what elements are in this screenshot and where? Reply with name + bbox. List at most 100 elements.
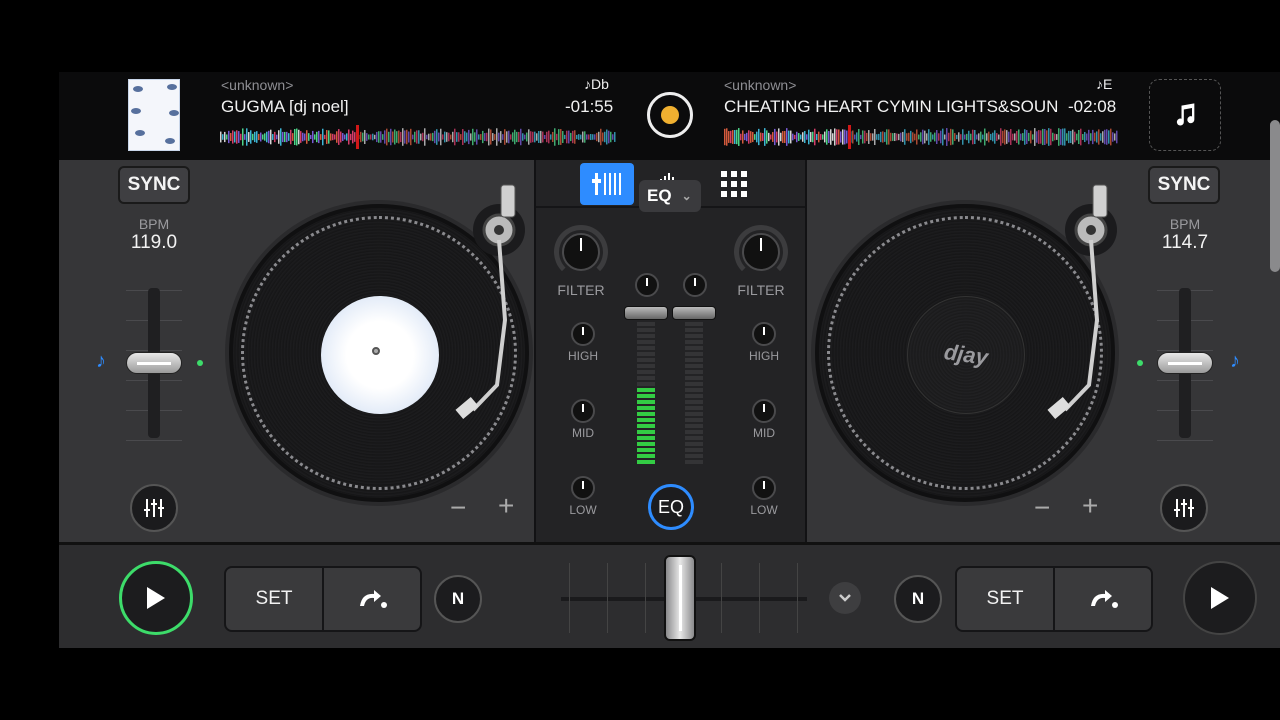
chevron-down-icon: ⌄ bbox=[681, 189, 692, 203]
meter-segment bbox=[637, 346, 655, 350]
right-filter-knob[interactable] bbox=[742, 233, 780, 271]
right-mid-knob[interactable] bbox=[752, 399, 776, 423]
right-bpm-label: BPM bbox=[1169, 216, 1201, 232]
left-key-lock-icon[interactable]: ♪ bbox=[96, 350, 106, 373]
right-plus-button[interactable]: + bbox=[1082, 490, 1098, 522]
meter-segment bbox=[637, 454, 655, 458]
right-waveform[interactable] bbox=[724, 125, 1118, 149]
left-low-knob[interactable] bbox=[571, 476, 595, 500]
album-art-left[interactable] bbox=[128, 79, 180, 151]
left-plus-button[interactable]: + bbox=[498, 490, 514, 522]
meter-segment bbox=[685, 436, 703, 440]
right-track-time: -02:08 bbox=[1068, 97, 1117, 116]
eq-button[interactable]: EQ bbox=[648, 484, 694, 530]
left-level-meter bbox=[637, 322, 655, 466]
right-minus-button[interactable]: − bbox=[1034, 492, 1050, 524]
left-pitch-thumb[interactable] bbox=[126, 352, 182, 374]
meter-segment bbox=[637, 400, 655, 404]
center-record-button[interactable] bbox=[647, 92, 693, 138]
left-low-label: LOW bbox=[569, 503, 597, 517]
left-deck-settings-button[interactable] bbox=[130, 484, 178, 532]
meter-segment bbox=[685, 424, 703, 428]
meter-segment bbox=[637, 406, 655, 410]
right-deck-settings-button[interactable] bbox=[1160, 484, 1208, 532]
meter-segment bbox=[637, 418, 655, 422]
left-record-label bbox=[321, 296, 439, 414]
meter-segment bbox=[685, 448, 703, 452]
right-bpm-value: 114.7 bbox=[1161, 232, 1209, 253]
right-high-label: HIGH bbox=[749, 349, 779, 363]
right-mid-label: MID bbox=[753, 426, 775, 440]
meter-segment bbox=[637, 442, 655, 446]
scrollbar[interactable] bbox=[1270, 120, 1280, 272]
meter-segment bbox=[637, 334, 655, 338]
left-gain-knob[interactable] bbox=[635, 273, 659, 297]
right-pitch-thumb[interactable] bbox=[1157, 352, 1213, 374]
meter-segment bbox=[637, 352, 655, 356]
right-level-meter bbox=[685, 322, 703, 466]
right-track-artist: <unknown> bbox=[724, 77, 797, 93]
meter-segment bbox=[685, 352, 703, 356]
right-low-knob[interactable] bbox=[752, 476, 776, 500]
left-waveform[interactable] bbox=[220, 125, 616, 149]
left-tonearm[interactable] bbox=[429, 180, 539, 442]
crossfader-knob[interactable] bbox=[664, 555, 696, 641]
left-n-button[interactable]: N bbox=[434, 575, 482, 623]
left-track-key: ♪Db bbox=[584, 76, 609, 92]
djay-logo: djay bbox=[942, 339, 990, 370]
right-gain-knob[interactable] bbox=[683, 273, 707, 297]
meter-segment bbox=[685, 394, 703, 398]
mixer-faders-icon bbox=[592, 173, 621, 195]
pads-grid-icon bbox=[721, 171, 747, 197]
meter-segment bbox=[637, 460, 655, 464]
right-sync-button[interactable]: SYNC bbox=[1148, 166, 1220, 204]
left-sync-button[interactable]: SYNC bbox=[118, 166, 190, 204]
right-high-knob[interactable] bbox=[752, 322, 776, 346]
meter-segment bbox=[685, 442, 703, 446]
left-channel-fader[interactable] bbox=[624, 306, 668, 320]
eq-mode-select[interactable]: EQ ⌄ bbox=[639, 180, 701, 212]
meter-segment bbox=[637, 382, 655, 386]
right-filter-label: FILTER bbox=[737, 282, 785, 298]
meter-segment bbox=[685, 412, 703, 416]
right-loop-button[interactable] bbox=[1055, 568, 1151, 630]
left-high-knob[interactable] bbox=[571, 322, 595, 346]
meter-segment bbox=[685, 358, 703, 362]
right-track-key: ♪E bbox=[1096, 76, 1113, 92]
playhead-marker bbox=[356, 125, 359, 149]
right-play-button[interactable] bbox=[1183, 561, 1257, 635]
left-loop-button[interactable] bbox=[324, 568, 420, 630]
meter-segment bbox=[685, 334, 703, 338]
tab-mixer[interactable] bbox=[580, 163, 634, 205]
meter-segment bbox=[637, 358, 655, 362]
left-mid-knob[interactable] bbox=[571, 399, 595, 423]
left-track-artist: <unknown> bbox=[221, 77, 294, 93]
right-pitch-indicator bbox=[1137, 360, 1143, 366]
meter-segment bbox=[685, 328, 703, 332]
right-tonearm[interactable] bbox=[1021, 180, 1131, 442]
meter-segment bbox=[685, 346, 703, 350]
music-library-button[interactable] bbox=[1149, 79, 1221, 151]
meter-segment bbox=[685, 370, 703, 374]
meter-segment bbox=[685, 400, 703, 404]
mixer-panel: FILTER HIGH MID LOW EQ ⌄ EQ FILTER HIGH M… bbox=[534, 160, 807, 542]
meter-segment bbox=[685, 460, 703, 464]
right-set-cue-button[interactable]: SET bbox=[957, 568, 1055, 630]
left-set-cue-button[interactable]: SET bbox=[226, 568, 324, 630]
left-filter-knob[interactable] bbox=[562, 233, 600, 271]
right-channel-fader[interactable] bbox=[672, 306, 716, 320]
left-play-button[interactable] bbox=[119, 561, 193, 635]
right-key-lock-icon[interactable]: ♪ bbox=[1230, 350, 1240, 373]
meter-segment bbox=[685, 406, 703, 410]
crossfader-options-button[interactable] bbox=[829, 582, 861, 614]
djay-app: <unknown> GUGMA [dj noel] ♪Db -01:55 <un… bbox=[59, 72, 1280, 648]
left-track-title: GUGMA [dj noel] bbox=[221, 97, 349, 116]
meter-segment bbox=[637, 412, 655, 416]
left-high-label: HIGH bbox=[568, 349, 598, 363]
left-minus-button[interactable]: − bbox=[450, 492, 466, 524]
meter-segment bbox=[685, 382, 703, 386]
meter-segment bbox=[685, 376, 703, 380]
meter-segment bbox=[637, 322, 655, 326]
tab-pads[interactable] bbox=[707, 163, 761, 205]
right-n-button[interactable]: N bbox=[894, 575, 942, 623]
